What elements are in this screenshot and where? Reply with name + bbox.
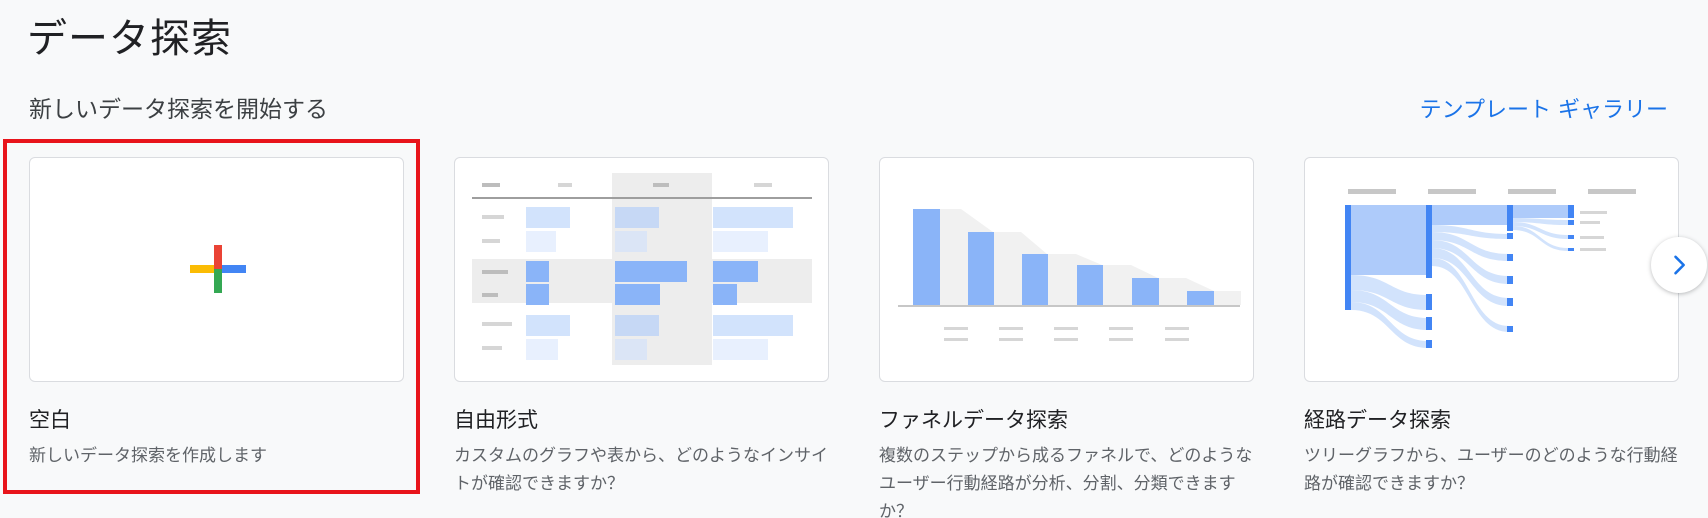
template-gallery-link[interactable]: テンプレート ギャラリー — [1420, 92, 1668, 124]
card-funnel-title: ファネルデータ探索 — [879, 408, 1068, 432]
card-path-title: 経路データ探索 — [1304, 408, 1451, 432]
card-funnel-thumbnail[interactable] — [879, 157, 1254, 382]
card-funnel[interactable]: ファネルデータ探索 複数のステップから成るファネルで、どのようなユーザー行動経路… — [879, 157, 1254, 518]
card-blank-description: 新しいデータ探索を作成します — [29, 446, 267, 466]
card-blank-title: 空白 — [29, 408, 71, 432]
card-free-form-title: 自由形式 — [454, 408, 538, 432]
path-tree-illustration — [1345, 189, 1636, 348]
card-blank[interactable]: 空白 新しいデータ探索を作成します — [29, 157, 404, 470]
card-funnel-description: 複数のステップから成るファネルで、どのようなユーザー行動経路が分析、分割、分類で… — [879, 446, 1253, 518]
section-title: 新しいデータ探索を開始する — [29, 97, 328, 123]
card-free-form-thumbnail[interactable] — [454, 157, 829, 382]
chevron-right-icon — [1674, 255, 1685, 275]
next-button[interactable] — [1651, 237, 1707, 293]
plus-icon — [190, 245, 246, 293]
funnel-chart-illustration — [898, 209, 1241, 341]
card-path[interactable]: 経路データ探索 ツリーグラフから、ユーザーのどのような行動経路が確認できますか？ — [1304, 157, 1679, 498]
free-form-table-illustration — [472, 173, 812, 365]
card-blank-thumbnail[interactable] — [29, 157, 404, 382]
card-path-description: ツリーグラフから、ユーザーのどのような行動経路が確認できますか？ — [1304, 446, 1678, 494]
card-free-form-description: カスタムのグラフや表から、どのようなインサイトが確認できますか？ — [454, 446, 828, 494]
page-title: データ探索 — [27, 16, 232, 62]
card-free-form[interactable]: 自由形式 カスタムのグラフや表から、どのようなインサイトが確認できますか？ — [454, 157, 829, 498]
card-path-thumbnail[interactable] — [1304, 157, 1679, 382]
